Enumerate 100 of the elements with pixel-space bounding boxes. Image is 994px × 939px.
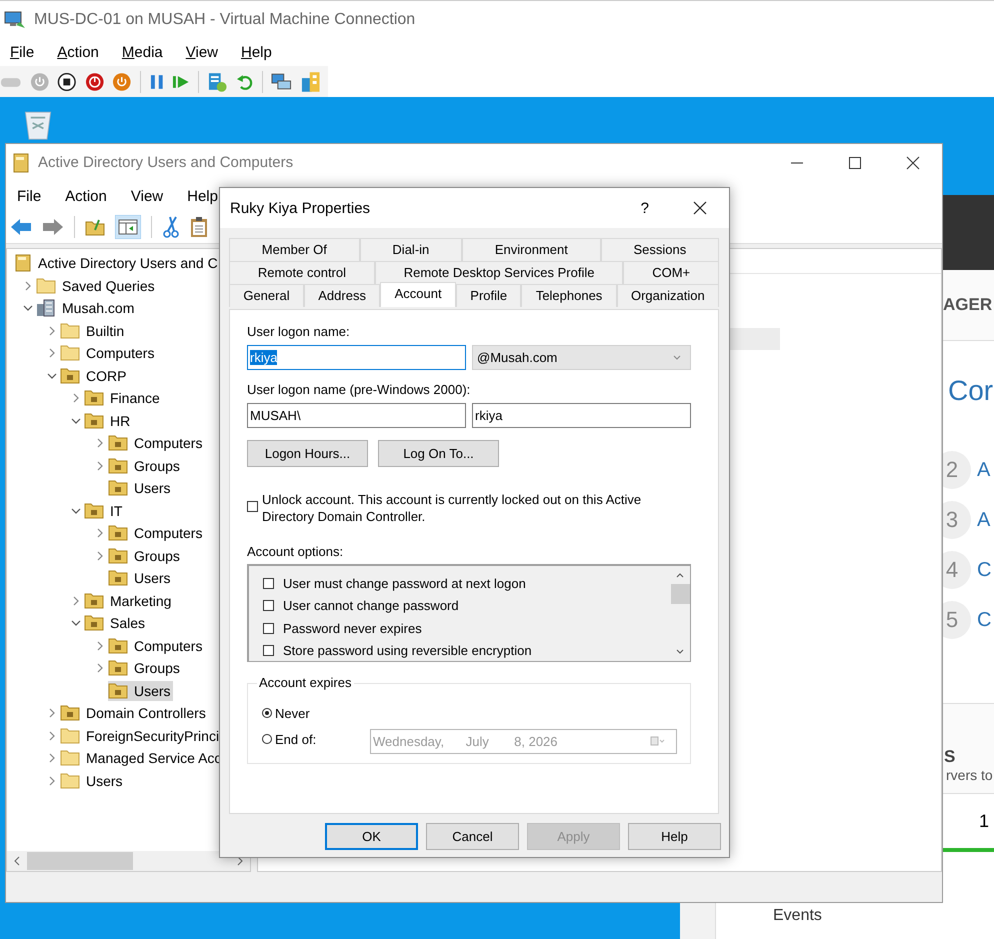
chevron-right-icon[interactable] — [23, 280, 33, 291]
tab[interactable]: Telephones — [521, 284, 617, 307]
tab[interactable]: Remote control — [229, 261, 375, 284]
chevron-right-icon[interactable] — [71, 393, 81, 404]
chevron-right-icon[interactable] — [47, 326, 57, 336]
tree-item[interactable]: Musah.com — [36, 298, 136, 318]
checkbox[interactable] — [263, 645, 274, 656]
checkbox[interactable] — [247, 501, 258, 512]
chevron-right-icon[interactable] — [71, 596, 81, 606]
chevron-down-icon[interactable] — [23, 303, 33, 314]
stop-icon[interactable] — [57, 72, 77, 92]
maximize-icon[interactable] — [848, 156, 862, 170]
chevron-right-icon[interactable] — [95, 550, 105, 561]
menu-item[interactable]: Action — [65, 188, 107, 204]
scissors-icon[interactable] — [162, 216, 180, 238]
scroll-left-icon[interactable] — [13, 856, 21, 866]
menu-item[interactable]: Media — [122, 44, 163, 60]
step-link[interactable]: C — [977, 608, 992, 632]
dialog-button[interactable]: OK — [325, 823, 418, 850]
tree-item[interactable]: Domain Controllers — [60, 703, 208, 724]
scrollbar-thumb[interactable] — [27, 852, 133, 870]
tab[interactable]: Address — [304, 284, 380, 307]
tab[interactable]: Sessions — [600, 238, 720, 261]
domain-dropdown[interactable]: @Musah.com — [472, 345, 691, 370]
tab[interactable]: COM+ — [623, 261, 719, 284]
chevron-right-icon[interactable] — [95, 438, 105, 448]
tree-item[interactable]: Computers — [108, 636, 204, 656]
building-icon[interactable] — [300, 70, 322, 94]
folder-icon[interactable] — [85, 218, 105, 236]
server-icon[interactable] — [206, 70, 228, 92]
tree-item[interactable]: CORP — [60, 366, 128, 386]
help-button[interactable]: ? — [640, 200, 649, 216]
menu-item[interactable]: View — [130, 188, 164, 204]
pause-icon[interactable] — [148, 72, 164, 90]
radio-button[interactable] — [262, 708, 272, 718]
chevron-right-icon[interactable] — [95, 528, 105, 538]
step-link[interactable]: C — [977, 558, 992, 582]
menu-item[interactable]: Help — [241, 44, 272, 60]
menu-item[interactable]: View — [186, 44, 218, 60]
radio-button[interactable] — [262, 734, 272, 744]
dialog-button[interactable]: Log On To... — [378, 440, 499, 467]
tree-item[interactable]: Computers — [108, 433, 204, 454]
tree-item[interactable]: Users — [108, 478, 173, 498]
chevron-right-icon[interactable] — [47, 753, 57, 764]
menu-item[interactable]: File — [10, 44, 34, 60]
scroll-right-icon[interactable] — [236, 856, 244, 866]
chevron-down-icon[interactable] — [47, 370, 57, 381]
menu-item[interactable]: File — [17, 188, 42, 204]
menu-item[interactable]: Action — [57, 44, 99, 60]
back-arrow-icon[interactable] — [10, 218, 32, 236]
chevron-down-icon[interactable] — [71, 618, 81, 628]
tree-item[interactable]: HR — [84, 410, 132, 431]
chevron-down-icon[interactable] — [71, 506, 81, 516]
tab[interactable]: Remote Desktop Services Profile — [374, 261, 624, 284]
scroll-up-icon[interactable] — [675, 571, 685, 579]
tree-item[interactable]: Groups — [108, 546, 182, 566]
calendar-icon[interactable] — [650, 736, 666, 746]
tree-item[interactable]: Computers — [108, 523, 204, 544]
tree-item[interactable]: ForeignSecurityPrinci — [60, 726, 222, 746]
tab[interactable]: Dial-in — [360, 238, 462, 261]
checkbox[interactable] — [263, 600, 274, 612]
tree-item[interactable]: Active Directory Users and C — [14, 253, 220, 274]
tree-item[interactable]: Groups — [108, 456, 182, 476]
tree-item[interactable]: IT — [84, 500, 124, 521]
step-link[interactable]: A — [977, 458, 990, 482]
chevron-right-icon[interactable] — [95, 640, 105, 651]
chevron-right-icon[interactable] — [47, 348, 57, 358]
logon-name-field[interactable]: rkiya — [472, 403, 691, 428]
caret-icon[interactable] — [672, 354, 682, 362]
power-icon[interactable] — [84, 72, 104, 92]
power-icon[interactable] — [112, 72, 132, 92]
tab[interactable]: Profile — [456, 284, 522, 307]
tree-item[interactable]: Computers — [60, 343, 156, 364]
dialog-button[interactable]: Help — [628, 823, 721, 850]
step-link[interactable]: A — [977, 508, 990, 532]
tree-item[interactable]: Groups — [108, 658, 182, 678]
close-icon[interactable] — [693, 201, 707, 215]
nav-item[interactable]: Events — [716, 907, 994, 925]
tree-item[interactable]: Finance — [84, 388, 162, 408]
undo-icon[interactable] — [236, 72, 254, 90]
scrollbar-thumb[interactable] — [670, 584, 690, 604]
tab[interactable]: General — [229, 284, 304, 307]
checkbox[interactable] — [263, 578, 274, 589]
tree-item[interactable]: Sales — [84, 613, 148, 634]
close-icon[interactable] — [906, 156, 920, 170]
tab[interactable]: Environment — [462, 238, 601, 261]
tab[interactable]: Organization — [616, 284, 720, 307]
console-tree-icon[interactable] — [115, 215, 141, 239]
logon-name-field[interactable]: rkiya — [247, 345, 466, 370]
chevron-right-icon[interactable] — [47, 708, 57, 718]
chevron-right-icon[interactable] — [47, 730, 57, 741]
tree-item[interactable]: Marketing — [84, 590, 174, 611]
chevron-right-icon[interactable] — [95, 663, 105, 674]
tree-item[interactable]: Builtin — [60, 320, 126, 341]
chevron-right-icon[interactable] — [95, 460, 105, 471]
checkbox[interactable] — [263, 622, 274, 634]
menu-item[interactable]: Help — [187, 188, 218, 204]
tree-item[interactable]: Users — [108, 568, 173, 588]
chevron-down-icon[interactable] — [71, 416, 81, 426]
chevron-right-icon[interactable] — [47, 776, 57, 786]
